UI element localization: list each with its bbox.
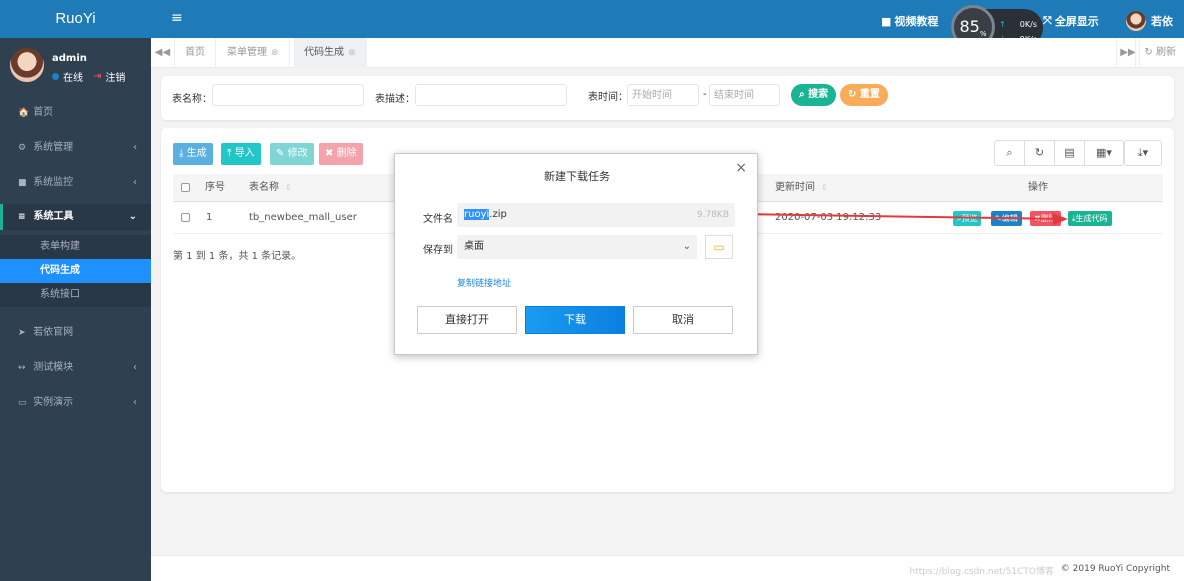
footer: https://blog.csdn.net/51CTO博客 © 2019 Ruo… (151, 555, 1184, 581)
open-directly-button[interactable]: 直接打开 (417, 306, 517, 334)
annotation-arrow-line (734, 213, 1066, 220)
filename-input[interactable]: ruoyi.zip 9.78KB (457, 203, 735, 227)
filename-ext: .zip (489, 209, 507, 220)
saveto-select[interactable]: 桌面 ⌄ (457, 235, 697, 259)
saveto-label: 保存到 (423, 245, 453, 256)
filename-selected: ruoyi (464, 209, 490, 220)
cancel-button[interactable]: 取消 (633, 306, 733, 334)
dialog-title: 新建下载任务 (544, 170, 610, 183)
saveto-value: 桌面 (464, 241, 484, 252)
arrow-head-icon (1052, 213, 1068, 225)
copy-link-button[interactable]: 复制链接地址 (457, 276, 511, 289)
download-button[interactable]: 下载 (525, 306, 625, 334)
file-size: 9.78KB (696, 210, 729, 220)
folder-icon[interactable]: ▭ (705, 235, 733, 259)
filename-label: 文件名 (423, 214, 453, 225)
chevron-down-icon: ⌄ (682, 241, 691, 252)
watermark: https://blog.csdn.net/51CTO博客 (909, 567, 1054, 577)
download-dialog: 新建下载任务 × 文件名 ruoyi.zip 9.78KB 保存到 桌面 ⌄ ▭… (394, 153, 758, 355)
copyright: © 2019 RuoYi Copyright (1060, 564, 1170, 574)
close-icon[interactable]: × (735, 160, 747, 176)
